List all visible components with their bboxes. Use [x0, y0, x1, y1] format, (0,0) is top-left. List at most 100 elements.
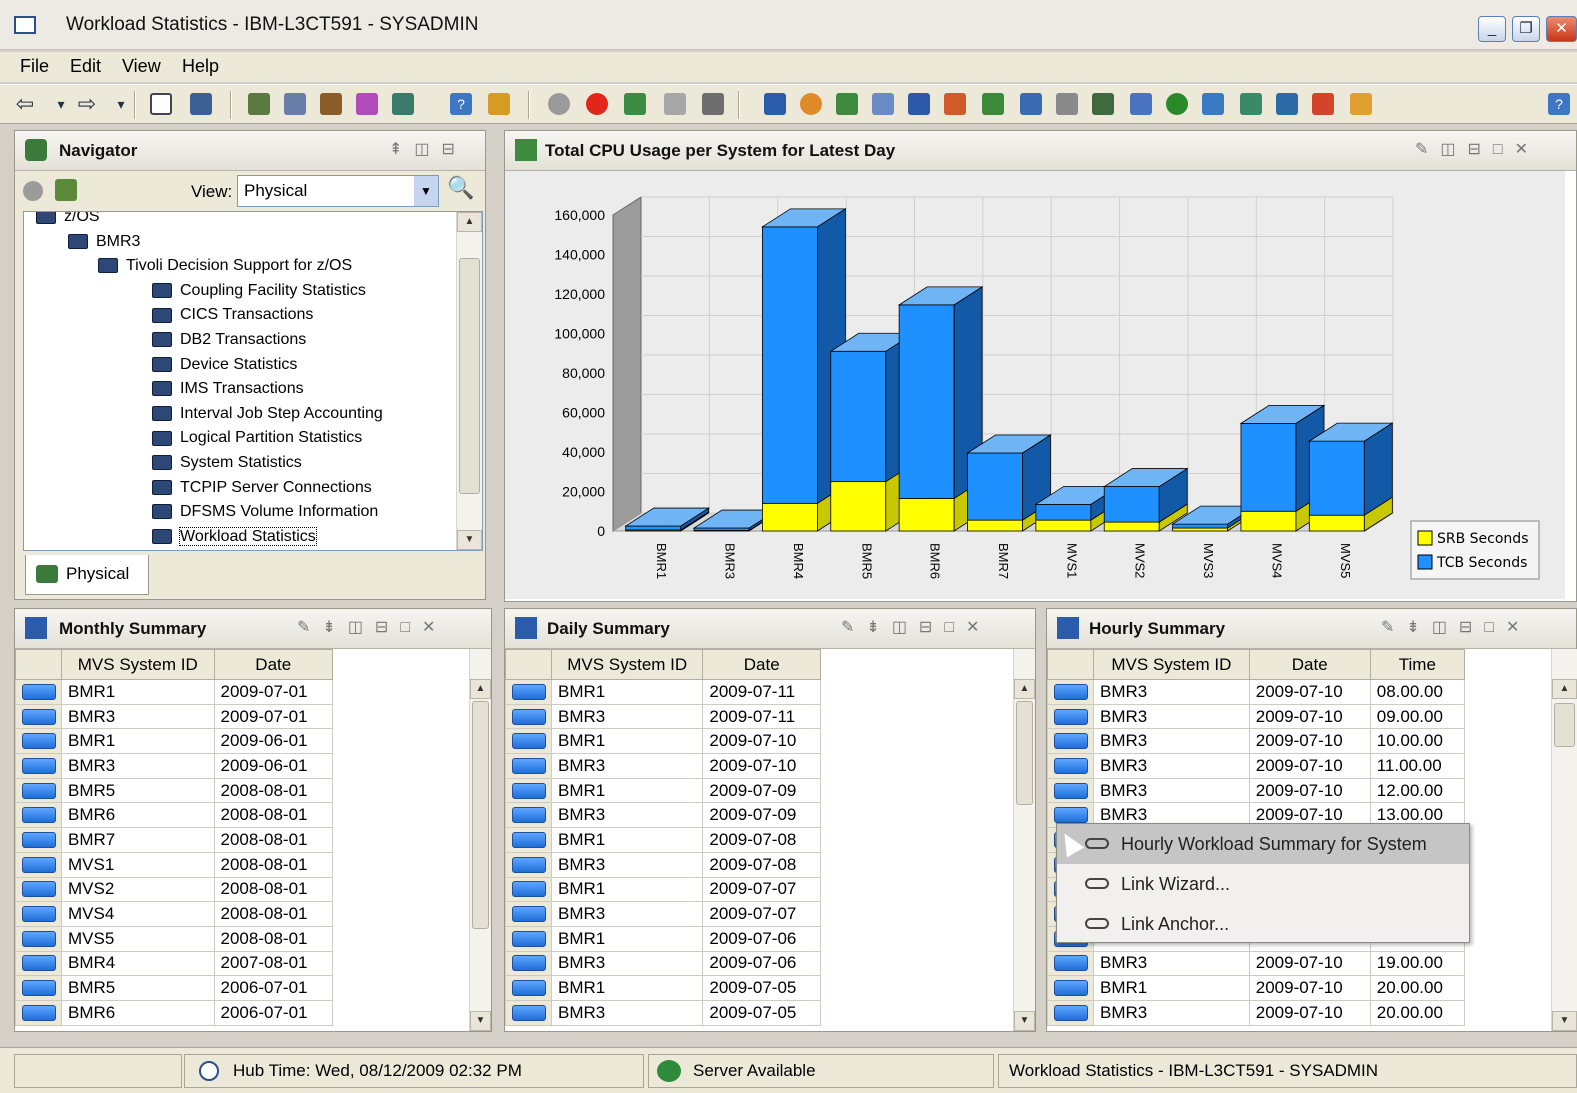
- link-cell[interactable]: [505, 827, 552, 853]
- table-row[interactable]: BMR3 2009-07-10 20.00.00: [1047, 999, 1466, 1026]
- link-icon[interactable]: [1053, 733, 1088, 750]
- daily-scrollbar[interactable]: ▲ ▼: [1013, 649, 1035, 1031]
- table-row[interactable]: BMR3 2009-07-10 10.00.00: [1047, 728, 1466, 755]
- table-row[interactable]: BMR3 2009-07-05: [505, 999, 821, 1026]
- link-icon[interactable]: [21, 856, 56, 873]
- link-icon[interactable]: [1053, 683, 1088, 700]
- forward-arrow-icon[interactable]: ⇨: [76, 93, 98, 115]
- table-row[interactable]: MVS1 2008-08-01: [15, 851, 334, 878]
- table-row[interactable]: BMR5 2006-07-01: [15, 975, 334, 1001]
- table-row[interactable]: MVS5 2008-08-01: [15, 925, 334, 952]
- browser-icon[interactable]: [1166, 93, 1188, 115]
- table-row[interactable]: BMR3 2009-07-11: [505, 703, 821, 730]
- plot-chart-icon[interactable]: [872, 93, 894, 115]
- tree-node[interactable]: Device Statistics: [152, 354, 297, 376]
- tree-node[interactable]: Workload Statistics: [152, 526, 317, 548]
- link-icon[interactable]: [21, 807, 56, 824]
- edit-navigator-icon[interactable]: [55, 179, 77, 201]
- monthly-scrollbar[interactable]: ▲ ▼: [469, 649, 491, 1031]
- forward-dropdown-icon[interactable]: ▾: [110, 93, 132, 115]
- link-cell[interactable]: [15, 703, 62, 730]
- link-cell[interactable]: [15, 827, 62, 853]
- properties-icon[interactable]: [248, 93, 270, 115]
- column-header[interactable]: Date: [702, 649, 821, 680]
- link-icon[interactable]: [21, 1004, 56, 1021]
- link-icon[interactable]: [21, 733, 56, 750]
- chart-controls[interactable]: ✎◫⊟□✕: [1415, 139, 1540, 159]
- view-select[interactable]: Physical ▼: [237, 175, 439, 207]
- pie-chart-icon[interactable]: [800, 93, 822, 115]
- tree-node[interactable]: DB2 Transactions: [152, 329, 306, 351]
- situations-icon[interactable]: [356, 93, 378, 115]
- tab-physical[interactable]: Physical: [25, 555, 149, 595]
- table-row[interactable]: MVS2 2008-08-01: [15, 876, 334, 903]
- link-icon[interactable]: [511, 708, 546, 725]
- table-row[interactable]: BMR1 2009-07-05: [505, 975, 821, 1001]
- table-row[interactable]: BMR3 2009-06-01: [15, 753, 334, 779]
- link-cell[interactable]: [15, 851, 62, 878]
- link-icon[interactable]: [21, 955, 56, 972]
- menu-item-link-wizard[interactable]: Link Wizard...: [1057, 864, 1469, 904]
- tree-node[interactable]: System Statistics: [152, 452, 302, 474]
- notepad-icon[interactable]: [1020, 93, 1042, 115]
- menu-edit[interactable]: Edit: [70, 56, 101, 77]
- table-row[interactable]: BMR1 2009-07-09: [505, 777, 821, 804]
- column-header[interactable]: MVS System ID: [61, 649, 215, 680]
- table-row[interactable]: BMR1 2009-07-10 20.00.00: [1047, 975, 1466, 1001]
- link-cell[interactable]: [15, 975, 62, 1001]
- binoculars-icon[interactable]: 🔍: [447, 175, 474, 201]
- column-header[interactable]: MVS System ID: [550, 649, 704, 680]
- link-icon[interactable]: [21, 881, 56, 898]
- message-log-icon[interactable]: [1130, 93, 1152, 115]
- table-row[interactable]: BMR4 2007-08-01: [15, 950, 334, 977]
- link-icon[interactable]: [1053, 1004, 1088, 1021]
- table-row[interactable]: BMR1 2009-07-08: [505, 827, 821, 853]
- tree-node[interactable]: z/OS: [36, 212, 100, 228]
- sound-icon[interactable]: [702, 93, 724, 115]
- link-icon[interactable]: [511, 906, 546, 923]
- tree-node[interactable]: CICS Transactions: [152, 304, 313, 326]
- link-cell[interactable]: [505, 901, 552, 927]
- link-icon[interactable]: [511, 856, 546, 873]
- table-row[interactable]: BMR1 2009-07-01: [15, 679, 334, 705]
- link-icon[interactable]: [511, 683, 546, 700]
- link-icon[interactable]: [21, 683, 56, 700]
- table-row[interactable]: BMR6 2006-07-01: [15, 999, 334, 1026]
- link-cell[interactable]: [505, 703, 552, 730]
- tree-node[interactable]: Logical Partition Statistics: [152, 427, 362, 449]
- table-row[interactable]: MVS4 2008-08-01: [15, 901, 334, 927]
- link-icon[interactable]: [511, 782, 546, 799]
- hourly-controls[interactable]: ✎⇟◫⊟□✕: [1381, 617, 1531, 637]
- area-chart-icon[interactable]: [908, 93, 930, 115]
- link-icon[interactable]: [1053, 955, 1088, 972]
- table-row[interactable]: BMR3 2009-07-10: [505, 753, 821, 779]
- link-cell[interactable]: [505, 975, 552, 1001]
- scroll-thumb[interactable]: [472, 701, 489, 929]
- link-icon[interactable]: [21, 906, 56, 923]
- link-cell[interactable]: [505, 876, 552, 903]
- link-cell[interactable]: [15, 876, 62, 903]
- hourly-scrollbar[interactable]: ▲ ▼: [1551, 649, 1577, 1031]
- take-action-icon[interactable]: [1240, 93, 1262, 115]
- scroll-thumb[interactable]: [1016, 701, 1033, 805]
- link-cell[interactable]: [15, 679, 62, 705]
- tree-node[interactable]: Coupling Facility Statistics: [152, 280, 366, 302]
- column-header[interactable]: Date: [213, 649, 334, 680]
- scroll-down-icon[interactable]: ▼: [1552, 1011, 1577, 1031]
- link-icon[interactable]: [1053, 708, 1088, 725]
- table-view-icon[interactable]: [764, 93, 786, 115]
- restore-button[interactable]: ❐: [1512, 16, 1540, 42]
- link-icon[interactable]: [511, 955, 546, 972]
- link-icon[interactable]: [511, 733, 546, 750]
- column-header[interactable]: Time: [1369, 649, 1466, 680]
- menu-item-link-anchor[interactable]: Link Anchor...: [1057, 904, 1469, 944]
- link-icon[interactable]: [511, 831, 546, 848]
- table-row[interactable]: BMR3 2009-07-06: [505, 950, 821, 977]
- tree-scrollbar[interactable]: ▲ ▼: [456, 212, 482, 550]
- topology-icon[interactable]: [1276, 93, 1298, 115]
- link-icon[interactable]: [511, 930, 546, 947]
- table-row[interactable]: BMR1 2009-07-11: [505, 679, 821, 705]
- link-cell[interactable]: [505, 925, 552, 952]
- link-cell[interactable]: [15, 925, 62, 952]
- link-icon[interactable]: [21, 708, 56, 725]
